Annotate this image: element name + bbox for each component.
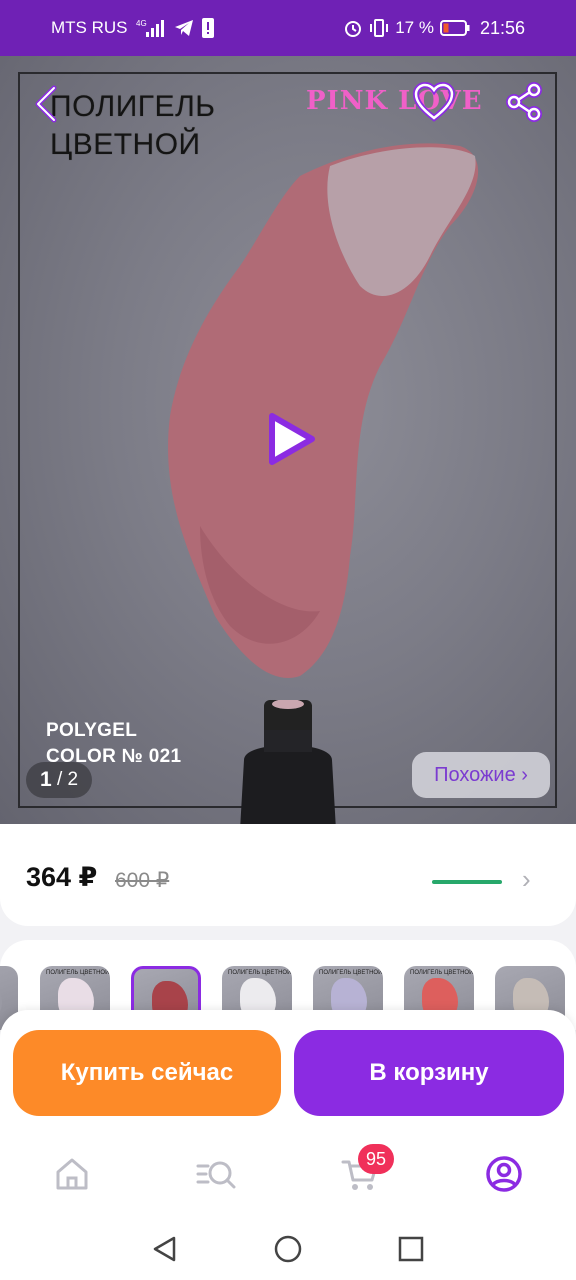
price-card[interactable]: 364 ₽ 600 ₽ › [0,824,576,926]
product-screen: MTS RUS 4G 17 % 21:56 ПОЛИГЕЛЬ ЦВЕТНОЙ P… [0,0,576,1280]
telegram-icon [174,19,194,37]
carrier-label: MTS RUS [51,18,128,37]
system-navigation-bar [0,1218,576,1280]
favorite-heart-icon[interactable] [413,82,455,122]
svg-text:4G: 4G [136,19,147,28]
old-price: 600 ₽ [115,869,170,892]
clock: 21:56 [479,17,525,38]
thumbnail-swatch [0,978,2,1022]
home-icon[interactable] [52,1154,92,1194]
vibrate-icon [369,18,389,38]
recents-square-icon[interactable] [396,1234,426,1264]
cart-count-badge: 95 [358,1144,394,1174]
back-icon[interactable] [30,84,62,124]
home-circle-icon[interactable] [273,1234,303,1264]
add-to-cart-button[interactable]: В корзину [294,1030,564,1116]
play-video-icon[interactable] [262,410,320,468]
image-page-counter: 1 / 2 [26,762,93,798]
bottle-image [240,700,336,824]
current-price: 364 ₽ [26,862,98,892]
buy-now-button[interactable]: Купить сейчас [13,1030,281,1116]
catalog-search-icon[interactable] [196,1154,236,1194]
similar-products-button[interactable]: Похожие › [412,752,550,798]
signal-icon: 4G [136,18,166,38]
purchase-actions: Купить сейчас В корзину [0,1010,576,1130]
battery-icon [439,20,470,36]
chevron-right-icon[interactable]: › [522,864,531,895]
bottom-tab-bar [0,1130,576,1218]
alarm-icon [343,18,363,38]
product-title-overlay: ПОЛИГЕЛЬ ЦВЕТНОЙ [50,90,216,161]
profile-icon[interactable] [484,1154,524,1194]
notification-icon [201,18,214,38]
product-image[interactable]: ПОЛИГЕЛЬ ЦВЕТНОЙ PINK LOVE POLYGEL COLOR… [0,56,576,824]
battery-percent: 17 % [395,18,434,37]
back-triangle-icon[interactable] [150,1234,180,1264]
status-bar: MTS RUS 4G 17 % 21:56 [0,0,576,56]
price-indicator-bar [432,880,502,884]
brand-logo: PINK LOVE [306,86,483,116]
share-icon[interactable] [504,82,544,122]
